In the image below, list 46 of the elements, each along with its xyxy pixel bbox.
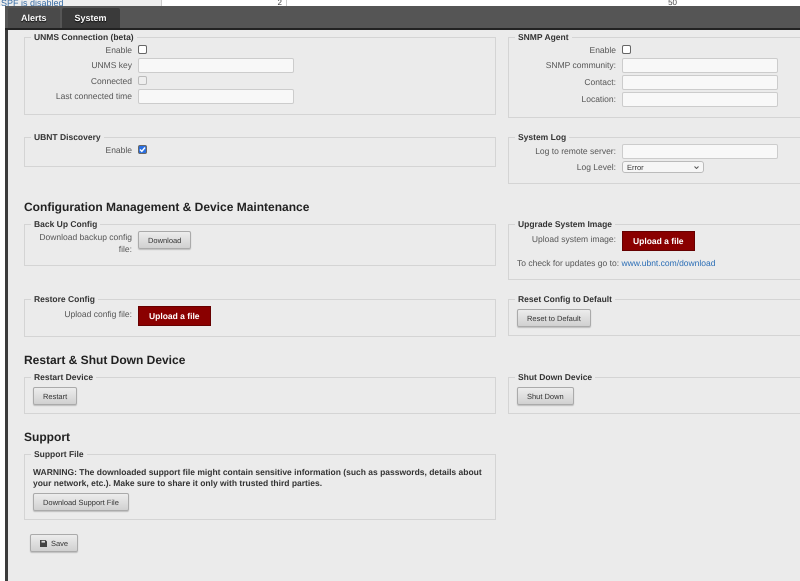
warning-text: WARNING: The downloaded support file might contain sensitive information (such as passwords, details about your network, etc.). Make sure to share it only with trusted third parties. [33,467,483,489]
panel-legend: Restore Config [31,294,98,304]
panel-legend: System Log [515,132,570,142]
field-label: Enable [104,144,132,156]
field-label: Enable [104,44,132,56]
floppy-icon [40,540,47,546]
field-label: Location: [580,93,616,105]
field-label: Log to remote server: [534,145,616,157]
section-heading: Support [24,430,71,444]
field-label: SNMP community: [544,59,616,71]
field-label: Upload config file: [63,308,132,320]
tab[interactable]: System [62,8,120,28]
section-heading: Restart & Shut Down Device [24,353,186,367]
panel-legend: Upgrade System Image [515,219,616,229]
input-field[interactable] [138,89,294,104]
update-note: To check for updates go to: www.ubnt.com/download [517,258,716,268]
input-field[interactable] [138,58,294,73]
panel-legend: SNMP Agent [515,32,572,42]
input-field[interactable] [622,144,778,159]
checkbox[interactable] [138,145,147,154]
panel-legend: Back Up Config [31,219,100,229]
input-field[interactable] [622,75,778,90]
checkbox[interactable] [138,45,147,54]
caret-icon [694,166,699,168]
field-label: Last connected time [54,90,132,102]
upload-button[interactable]: Upload a file [622,231,695,251]
field-label: Connected [90,75,132,87]
field-label: Download backup config file: [38,231,132,255]
panel-legend: Restart Device [31,372,96,382]
field-label: Log Level: [576,161,616,173]
input-field[interactable] [622,92,778,107]
field-label: Contact: [583,76,616,88]
input-field[interactable] [622,58,778,73]
panel-legend: Shut Down Device [515,372,596,382]
section-heading: Configuration Management & Device Maintenance [24,200,310,214]
panel-legend: UNMS Connection (beta) [31,32,137,42]
panel-legend: Reset Config to Default [515,294,615,304]
field-label: UNMS key [90,59,132,71]
tab[interactable]: Alerts [8,8,60,28]
download-link[interactable]: www.ubnt.com/download [621,258,716,268]
panel-legend: UBNT Discovery [31,132,104,142]
panel-legend: Support File [31,449,87,459]
checkbox[interactable] [622,45,631,54]
field-label: Enable [588,44,616,56]
upload-button[interactable]: Upload a file [138,306,211,326]
field-label: Upload system image: [530,233,616,245]
